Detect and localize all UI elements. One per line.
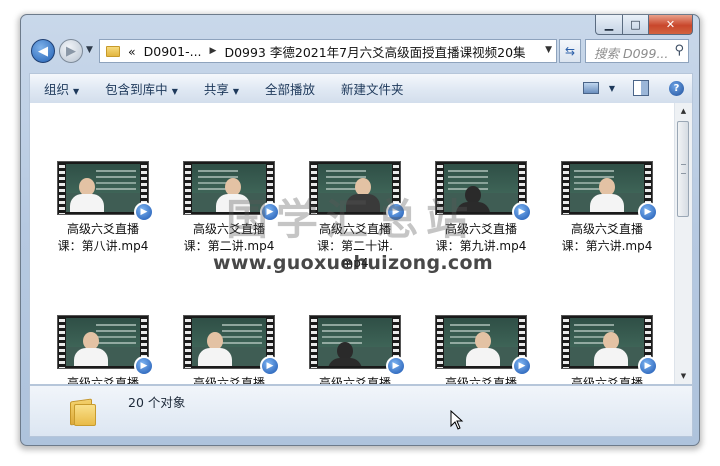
details-pane: 20 个对象 [29,385,693,437]
file-item[interactable]: ▶ 高级六爻直播 [46,315,160,385]
address-bar[interactable]: « D0901-... ▶ D0993 李德2021年7月六爻高级面授直播课视频… [99,39,557,63]
file-name-line: 高级六爻直播 [570,376,643,385]
file-item[interactable]: ▶ 高级六爻直播 [424,315,538,385]
media-player-icon: ▶ [134,202,154,222]
file-item[interactable]: ▶ 高级六爻直播 [298,315,412,385]
file-name-line: 高级六爻直播 [66,222,139,236]
preview-pane-icon[interactable] [633,80,649,96]
folder-icon [106,45,120,57]
chevron-down-icon: ▼ [232,87,240,96]
breadcrumb-overflow[interactable]: « [128,44,136,59]
scroll-down-icon[interactable]: ▼ [675,368,692,384]
file-name-line: 高级六爻直播 [318,376,391,385]
address-dropdown-icon[interactable]: ▼ [545,45,552,55]
breadcrumb-parent[interactable]: D0901-... [144,44,202,59]
video-thumbnail: ▶ [183,315,280,376]
search-icon[interactable]: ⚲ [674,43,684,58]
watermark-text: 国学汇总站 [226,195,477,244]
refresh-button[interactable]: ⇆ [559,39,581,63]
file-name-line: 高级六爻直播 [444,376,517,385]
forward-button[interactable]: ▶ [59,39,83,63]
file-item[interactable]: ▶ 高级六爻直播 课：第六讲.mp4 [550,161,664,255]
video-thumbnail: ▶ [309,315,406,376]
file-name-line: 高级六爻直播 [192,376,265,385]
view-controls: ▼ ? [582,80,684,96]
media-player-icon: ▶ [638,202,658,222]
media-player-icon: ▶ [386,356,406,376]
file-name-line: 课：第六讲.mp4 [561,239,653,253]
mouse-cursor-icon [450,409,464,434]
share-menu[interactable]: 共享 ▼ [204,79,239,98]
refresh-icon: ⇆ [564,44,576,58]
scroll-thumb[interactable] [677,121,689,217]
command-bar: 组织 ▼ 包含到库中 ▼ 共享 ▼ 全部播放 新建文件夹 ▼ ? [29,73,693,103]
help-icon[interactable]: ? [669,80,684,96]
media-player-icon: ▶ [134,356,154,376]
breadcrumb-separator-icon[interactable]: ▶ [210,46,217,56]
arrow-left-icon: ◀ [38,43,48,59]
vertical-scrollbar[interactable]: ▲ ▼ [674,103,692,384]
view-icon[interactable] [582,82,599,94]
item-count: 20 个对象 [128,395,186,410]
organize-menu[interactable]: 组织 ▼ [44,79,79,98]
file-item[interactable]: ▶ 高级六爻直播 [172,315,286,385]
file-item[interactable]: ▶ 高级六爻直播 课：第八讲.mp4 [46,161,160,255]
breadcrumb-current[interactable]: D0993 李德2021年7月六爻高级面授直播课视频20集 [224,42,525,61]
video-thumbnail: ▶ [561,161,658,222]
scroll-up-icon[interactable]: ▲ [675,103,692,119]
close-button[interactable]: ✕ [649,15,693,35]
video-thumbnail: ▶ [561,315,658,376]
video-thumbnail: ▶ [57,315,154,376]
chevron-down-icon: ▼ [171,87,178,96]
maximize-button[interactable]: □ [623,15,649,35]
search-input[interactable]: 搜索 D099... ⚲ [585,39,689,63]
media-player-icon: ▶ [512,202,532,222]
media-player-icon: ▶ [512,356,532,376]
file-name-line: 高级六爻直播 [66,376,139,385]
navigation-row: ◀ ▶ ▼ « D0901-... ▶ D0993 李德2021年7月六爻高级面… [29,37,693,65]
recent-pages-dropdown[interactable]: ▼ [86,45,93,55]
file-item[interactable]: ▶ 高级六爻直播 [550,315,664,385]
view-dropdown-icon[interactable]: ▼ [609,84,615,93]
video-thumbnail: ▶ [435,315,532,376]
media-player-icon: ▶ [260,356,280,376]
play-all-button[interactable]: 全部播放 [265,79,315,98]
search-placeholder: 搜索 D099... [594,46,669,61]
title-buttons: ▁ □ ✕ [595,15,693,35]
minimize-button[interactable]: ▁ [595,15,623,35]
video-thumbnail: ▶ [57,161,154,222]
new-folder-button[interactable]: 新建文件夹 [341,79,404,98]
media-player-icon: ▶ [638,356,658,376]
include-in-library-menu[interactable]: 包含到库中 ▼ [105,79,178,98]
folder-icon [70,396,96,426]
back-button[interactable]: ◀ [31,39,55,63]
arrow-right-icon: ▶ [66,43,76,59]
watermark-url: www.guoxuehuizong.com [213,252,493,274]
file-name-line: 高级六爻直播 [570,222,643,236]
file-name-line: 课：第八讲.mp4 [57,239,149,253]
chevron-down-icon: ▼ [73,87,80,96]
